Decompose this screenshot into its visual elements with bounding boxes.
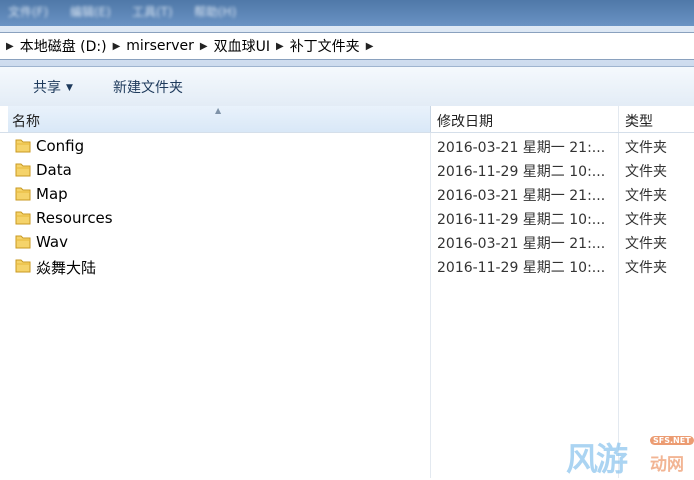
breadcrumb-item-patch[interactable]: 补丁文件夹 (290, 36, 360, 56)
file-type: 文件夹 (625, 260, 667, 276)
chevron-right-icon[interactable]: ▶ (194, 41, 214, 52)
file-date: 2016-11-29 星期二 10:... (437, 260, 606, 276)
breadcrumb[interactable]: ▶ 本地磁盘 (D:) ▶ mirserver ▶ 双血球UI ▶ 补丁文件夹 … (0, 32, 694, 60)
table-row[interactable]: Config 2016-03-21 星期一 21:... 文件夹 (0, 134, 694, 158)
table-row[interactable]: 焱舞大陆 2016-11-29 星期二 10:... 文件夹 (0, 254, 694, 278)
table-row[interactable]: Wav 2016-03-21 星期一 21:... 文件夹 (0, 230, 694, 254)
file-name: Map (36, 185, 68, 203)
file-name: Wav (36, 233, 68, 251)
file-name: 焱舞大陆 (36, 259, 97, 277)
table-row[interactable]: Resources 2016-11-29 星期二 10:... 文件夹 (0, 206, 694, 230)
table-row[interactable]: Data 2016-11-29 星期二 10:... 文件夹 (0, 158, 694, 182)
column-header-row: ▲ 名称 修改日期 类型 (0, 106, 694, 133)
menu-item-file[interactable]: 文件(F) (8, 3, 48, 20)
folder-icon (15, 139, 31, 153)
chevron-right-icon[interactable]: ▶ (360, 41, 380, 52)
file-name: Data (36, 161, 72, 179)
address-bar: ▶ 本地磁盘 (D:) ▶ mirserver ▶ 双血球UI ▶ 补丁文件夹 … (0, 26, 694, 67)
column-header-name-label: 名称 (12, 114, 40, 130)
table-row[interactable]: Map 2016-03-21 星期一 21:... 文件夹 (0, 182, 694, 206)
watermark-domain: SFS.NET (650, 436, 694, 445)
file-type: 文件夹 (625, 140, 667, 156)
file-date: 2016-03-21 星期一 21:... (437, 236, 606, 252)
file-name: Config (36, 137, 85, 155)
menu-item-tools[interactable]: 工具(T) (132, 3, 173, 20)
menu-item-edit[interactable]: 编辑(E) (70, 3, 111, 20)
menu-bar: 文件(F) 编辑(E) 工具(T) 帮助(H) (0, 0, 694, 26)
menu-item-help[interactable]: 帮助(H) (194, 3, 236, 20)
folder-icon (15, 187, 31, 201)
share-button[interactable]: 共享 ▼ (33, 77, 73, 97)
breadcrumb-item-drive[interactable]: 本地磁盘 (D:) (20, 36, 107, 56)
share-label: 共享 (33, 80, 61, 96)
new-folder-button[interactable]: 新建文件夹 (113, 77, 183, 97)
file-type: 文件夹 (625, 164, 667, 180)
column-header-date[interactable]: 修改日期 (437, 111, 493, 131)
file-type: 文件夹 (625, 188, 667, 204)
folder-icon (15, 235, 31, 249)
chevron-right-icon[interactable]: ▶ (107, 41, 127, 52)
watermark-logo: 风游 SFS.NET 动网 (566, 432, 694, 478)
command-toolbar: 共享 ▼ 新建文件夹 (0, 67, 694, 107)
breadcrumb-item-mirserver[interactable]: mirserver (126, 38, 194, 54)
column-header-name[interactable]: ▲ 名称 (8, 106, 431, 132)
file-type: 文件夹 (625, 212, 667, 228)
file-list: ▲ 名称 修改日期 类型 Config 2016-03-21 星期一 21:..… (0, 106, 694, 478)
watermark-sub: 动网 (650, 455, 684, 475)
file-name: Resources (36, 209, 113, 227)
sort-ascending-icon: ▲ (215, 106, 222, 115)
file-date: 2016-11-29 星期二 10:... (437, 212, 606, 228)
file-type: 文件夹 (625, 236, 667, 252)
file-date: 2016-03-21 星期一 21:... (437, 140, 606, 156)
folder-icon (15, 259, 31, 273)
chevron-right-icon[interactable]: ▶ (270, 41, 290, 52)
file-date: 2016-11-29 星期二 10:... (437, 164, 606, 180)
file-date: 2016-03-21 星期一 21:... (437, 188, 606, 204)
column-header-type[interactable]: 类型 (625, 111, 653, 131)
folder-icon (15, 163, 31, 177)
watermark-main: 风游 (566, 440, 628, 478)
chevron-right-icon[interactable]: ▶ (0, 41, 20, 52)
folder-icon (15, 211, 31, 225)
breadcrumb-item-ui[interactable]: 双血球UI (214, 36, 270, 56)
caret-down-icon: ▼ (66, 83, 73, 93)
